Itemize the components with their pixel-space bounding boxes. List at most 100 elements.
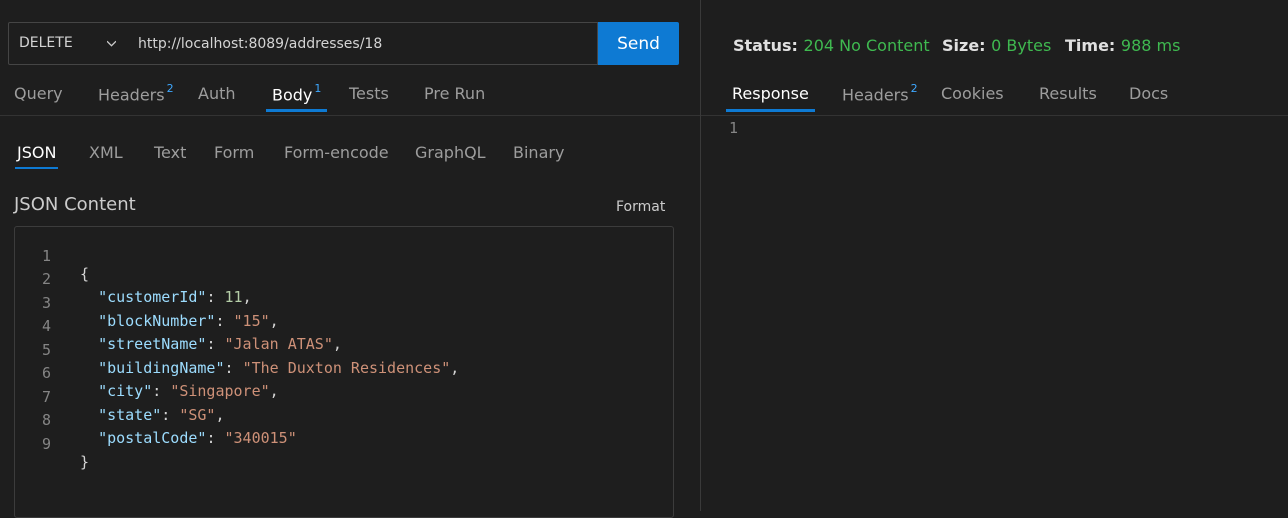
tab-label: Results bbox=[1039, 84, 1097, 103]
tab-pre-run[interactable]: Pre Run bbox=[424, 84, 485, 103]
time-indicator: Time: 988 ms bbox=[1065, 36, 1180, 55]
code-content: "state": "SG", bbox=[98, 405, 225, 424]
body-type-tabs: JSON XML Text Form Form-encode GraphQL B… bbox=[0, 143, 700, 173]
code-content: "buildingName": "The Duxton Residences", bbox=[98, 358, 460, 377]
method-value: DELETE bbox=[19, 35, 73, 51]
tab-tests[interactable]: Tests bbox=[349, 84, 389, 103]
tabs-divider bbox=[701, 115, 1288, 116]
tab-json[interactable]: JSON bbox=[15, 143, 59, 169]
code-content: "customerId": 11, bbox=[98, 288, 252, 306]
headers-count-badge: 2 bbox=[166, 82, 174, 95]
request-tabs: Query Headers 2 Auth Body 1 Tests Pre Run bbox=[0, 82, 700, 114]
active-tab-indicator bbox=[15, 167, 59, 169]
tab-results[interactable]: Results bbox=[1039, 84, 1097, 103]
tab-graphql[interactable]: GraphQL bbox=[415, 143, 486, 162]
tabs-divider bbox=[0, 115, 700, 116]
tab-response-headers[interactable]: Headers 2 bbox=[842, 82, 918, 105]
code-line: 2 "customerId": 11, bbox=[15, 252, 252, 306]
body-count-badge: 1 bbox=[314, 82, 322, 95]
tab-response[interactable]: Response bbox=[726, 84, 815, 112]
tab-label: Pre Run bbox=[424, 84, 486, 103]
tab-auth[interactable]: Auth bbox=[198, 84, 236, 103]
time-value: 988 ms bbox=[1120, 36, 1181, 55]
tab-label: Text bbox=[154, 143, 187, 162]
code-line: 6 "city": "Singapore", bbox=[15, 346, 279, 400]
tab-label: Query bbox=[14, 84, 63, 103]
code-content: } bbox=[80, 453, 89, 471]
tab-label: Body bbox=[272, 85, 313, 105]
tab-label: Tests bbox=[349, 84, 389, 103]
tab-label: Headers bbox=[842, 85, 909, 105]
code-content: "postalCode": "340015" bbox=[98, 429, 297, 447]
json-key: "streetName" bbox=[98, 335, 207, 353]
section-title: JSON Content bbox=[14, 194, 136, 215]
json-editor[interactable]: 1 { 2 "customerId": 11, 3 "blockNumber":… bbox=[14, 226, 674, 518]
json-value: "SG" bbox=[179, 405, 216, 424]
code-line: 4 "streetName": "Jalan ATAS", bbox=[15, 299, 342, 353]
tab-label: Auth bbox=[198, 84, 236, 103]
code-content: { bbox=[80, 265, 89, 283]
tab-form[interactable]: Form bbox=[214, 143, 254, 162]
brace: { bbox=[80, 265, 90, 283]
tab-label: Docs bbox=[1129, 84, 1169, 103]
json-key: "buildingName" bbox=[98, 358, 225, 377]
tab-label: GraphQL bbox=[415, 143, 486, 162]
method-select[interactable]: DELETE bbox=[8, 22, 131, 65]
json-key: "postalCode" bbox=[98, 429, 207, 447]
send-button[interactable]: Send bbox=[598, 22, 679, 65]
brace: } bbox=[80, 452, 90, 471]
code-content: "blockNumber": "15", bbox=[98, 311, 279, 330]
tab-label: Response bbox=[732, 84, 809, 103]
json-value: "340015" bbox=[224, 429, 297, 447]
json-value: "15" bbox=[233, 311, 270, 330]
time-label: Time: bbox=[1065, 36, 1116, 55]
code-line: 8 "postalCode": "340015" bbox=[15, 393, 297, 447]
tab-cookies[interactable]: Cookies bbox=[941, 84, 1004, 103]
status-value: 204 No Content bbox=[803, 36, 930, 55]
tab-label: Cookies bbox=[941, 84, 1004, 103]
code-line: 5 "buildingName": "The Duxton Residences… bbox=[15, 323, 459, 377]
json-value: "Jalan ATAS" bbox=[224, 335, 333, 353]
tab-form-encode[interactable]: Form-encode bbox=[284, 143, 389, 162]
size-label: Size: bbox=[942, 36, 986, 55]
url-field-container bbox=[130, 22, 598, 65]
tab-xml[interactable]: XML bbox=[89, 143, 123, 162]
code-content: "streetName": "Jalan ATAS", bbox=[98, 335, 342, 353]
tab-body[interactable]: Body 1 bbox=[266, 82, 328, 112]
tab-headers[interactable]: Headers 2 bbox=[98, 82, 174, 104]
response-tabs: Response Headers 2 Cookies Results Docs bbox=[701, 82, 1288, 114]
status-indicator: Status: 204 No Content bbox=[733, 36, 930, 55]
status-label: Status: bbox=[733, 36, 798, 55]
size-value: 0 Bytes bbox=[991, 36, 1052, 55]
request-bar: DELETE Send bbox=[8, 22, 679, 65]
json-key: "state" bbox=[98, 405, 162, 424]
json-key: "blockNumber" bbox=[98, 311, 216, 330]
json-key: "city" bbox=[98, 382, 153, 400]
headers-count-badge: 2 bbox=[910, 82, 918, 95]
code-line: 7 "state": "SG", bbox=[15, 370, 225, 424]
chevron-down-icon bbox=[107, 40, 116, 47]
size-indicator: Size: 0 Bytes bbox=[942, 36, 1051, 55]
tab-label: Binary bbox=[513, 143, 565, 162]
json-value: "Singapore" bbox=[170, 382, 270, 400]
tab-docs[interactable]: Docs bbox=[1129, 84, 1168, 103]
code-line: 9 } bbox=[15, 417, 89, 471]
tab-label: Form bbox=[214, 143, 255, 162]
line-number: 9 bbox=[41, 434, 51, 453]
code-line: 1 { bbox=[15, 229, 89, 283]
response-panel: Status: 204 No Content Size: 0 Bytes Tim… bbox=[701, 0, 1288, 511]
tab-label: Form-encode bbox=[284, 143, 389, 162]
code-line: 3 "blockNumber": "15", bbox=[15, 276, 279, 330]
url-input[interactable] bbox=[138, 34, 578, 54]
tab-label: XML bbox=[89, 143, 123, 162]
request-panel: DELETE Send Query Headers2 Auth Body1 Te… bbox=[0, 0, 700, 518]
json-key: "customerId" bbox=[98, 288, 207, 306]
format-button[interactable]: Format bbox=[616, 199, 665, 215]
active-tab-indicator bbox=[266, 109, 328, 112]
tab-text[interactable]: Text bbox=[154, 143, 186, 162]
tab-binary[interactable]: Binary bbox=[513, 143, 564, 162]
code-content: "city": "Singapore", bbox=[98, 382, 279, 400]
tab-query[interactable]: Query bbox=[14, 84, 63, 103]
json-value: 11 bbox=[224, 288, 243, 306]
json-value: "The Duxton Residences" bbox=[242, 358, 451, 377]
